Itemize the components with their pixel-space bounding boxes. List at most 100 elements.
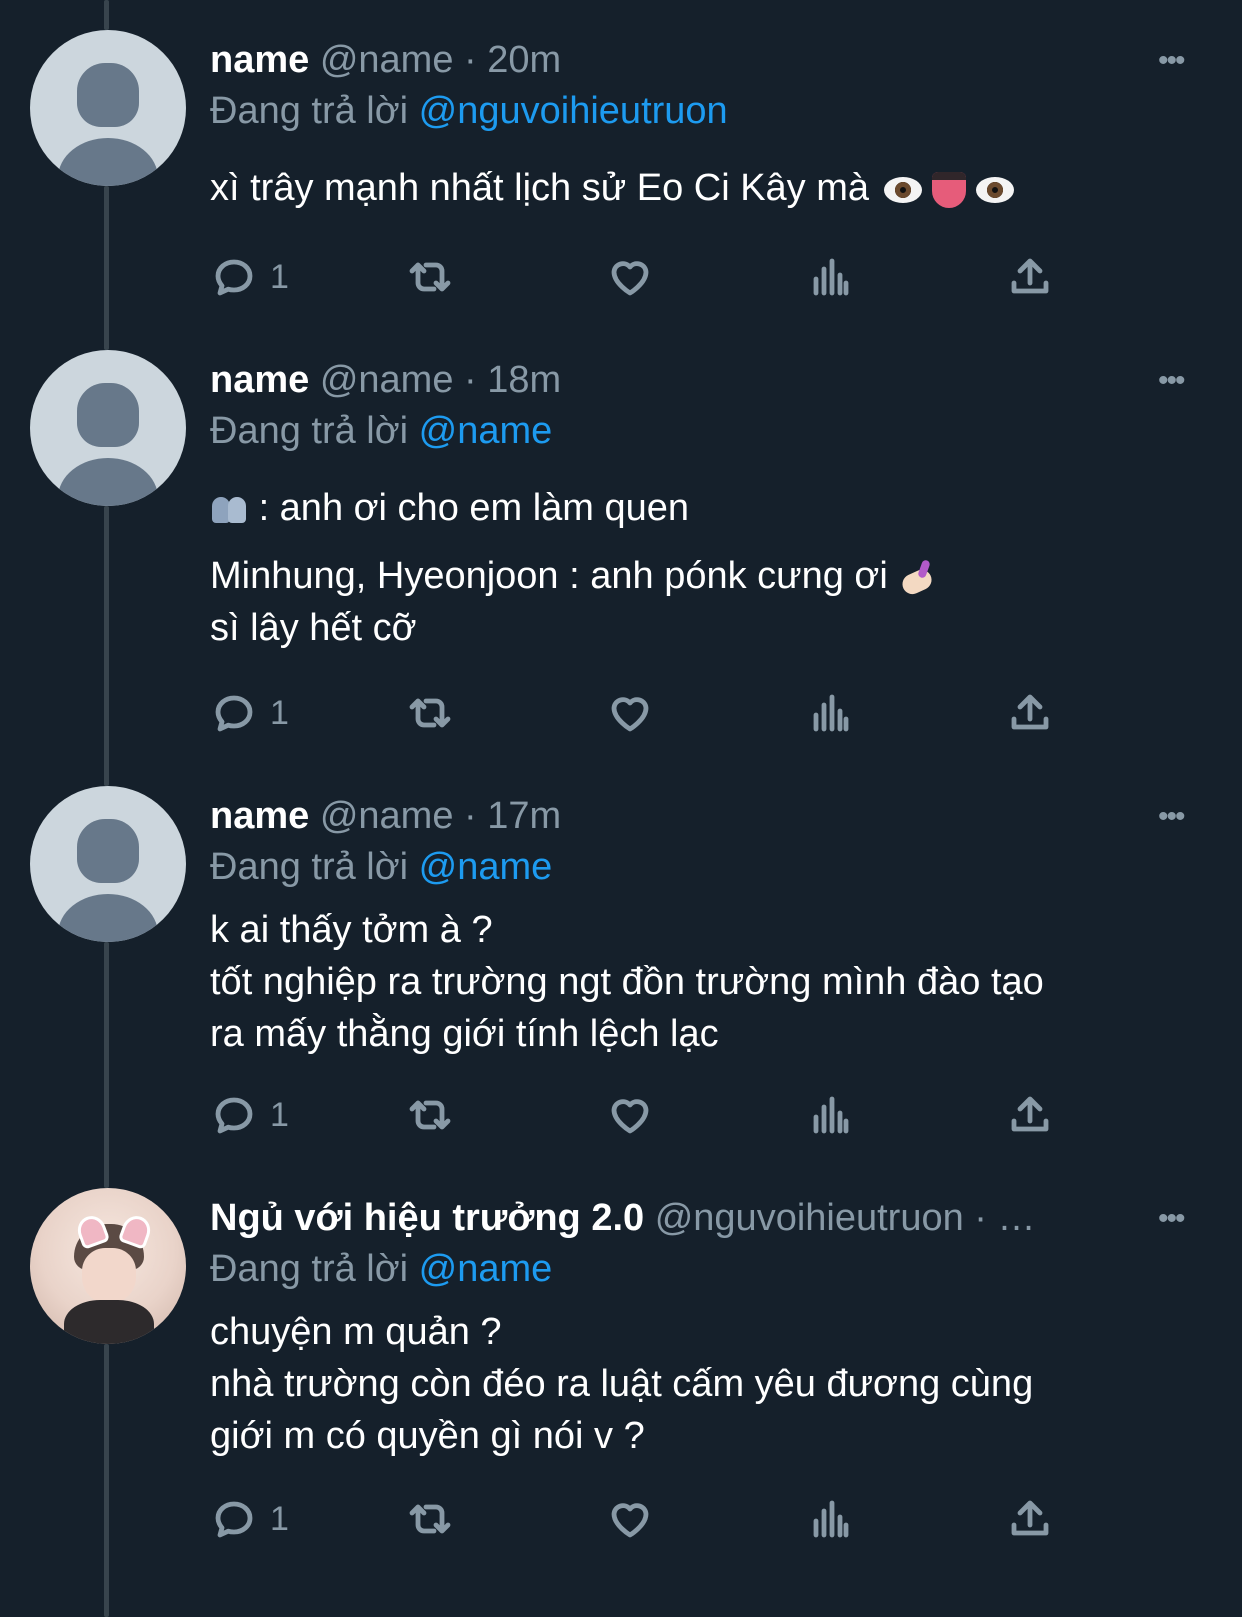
share-icon [1011,258,1049,294]
avatar[interactable] [30,786,186,942]
timestamp[interactable]: · 20m [464,39,561,81]
display-name[interactable]: name [210,359,309,401]
reply-mention-link[interactable]: @nguvoihieutruon [419,90,728,132]
like-button[interactable] [606,688,654,738]
tweet-actions: 1 [210,688,1110,738]
reply-count: 1 [270,1499,289,1538]
heart-icon [611,697,649,732]
display-name[interactable]: name [210,795,309,837]
thread-line [104,0,109,30]
tweet-header: name @name · 17m [210,794,1140,838]
avatar[interactable] [30,1188,186,1344]
share-button[interactable] [1006,1090,1054,1140]
like-button[interactable] [606,1494,654,1544]
reply-mention-link[interactable]: @name [419,846,553,888]
heart-icon [611,261,649,296]
replying-to-label: Đang trả lời [210,846,409,888]
share-button[interactable] [1006,688,1054,738]
retweet-button[interactable] [406,688,454,738]
reply-mention-link[interactable]: @name [419,1248,553,1290]
timestamp[interactable]: · 18m [464,359,561,401]
tweet-header: Ngủ với hiệu trưởng 2.0 @nguvoihieutruon… [210,1196,1130,1240]
user-handle[interactable]: @name [320,795,454,837]
retweet-icon [409,1100,451,1130]
user-handle[interactable]: @nguvoihieutruon · … [655,1197,1036,1239]
reply-count: 1 [270,257,289,296]
analytics-icon [813,1096,849,1134]
tweet-text-line: sì lây hết cỡ [210,607,417,649]
reply-button[interactable]: 1 [210,688,289,738]
views-button[interactable] [806,688,854,738]
display-name[interactable]: Ngủ với hiệu trưởng 2.0 [210,1197,644,1239]
retweet-button[interactable] [406,252,454,302]
views-button[interactable] [806,252,854,302]
like-button[interactable] [606,1090,654,1140]
avatar[interactable] [30,350,186,506]
tweet-header: name @name · 18m [210,358,1140,402]
retweet-icon [409,1504,451,1534]
eyes-emoji [975,176,1014,203]
replying-to-label: Đang trả lời [210,1248,409,1290]
tweet-actions: 1 [210,252,1110,302]
more-icon[interactable]: ••• [1158,1204,1185,1234]
retweet-button[interactable] [406,1494,454,1544]
reply-count: 1 [270,693,289,732]
like-button[interactable] [606,252,654,302]
avatar[interactable] [30,30,186,186]
share-icon [1011,1096,1049,1132]
more-icon[interactable]: ••• [1158,366,1185,396]
replying-to: Đang trả lời @name [210,844,552,890]
tweet-text: : anh ơi cho em làm quen Minhung, Hyeonj… [210,482,938,654]
tweet-actions: 1 [210,1494,1110,1544]
reply-button[interactable]: 1 [210,252,289,302]
tweet-text-line: Minhung, Hyeonjoon : anh pónk cưng ơi [210,555,888,597]
eyes-emoji [883,176,922,203]
user-handle[interactable]: @name [320,359,454,401]
reply-button[interactable]: 1 [210,1090,289,1140]
reply-icon [215,1097,253,1134]
retweet-icon [409,698,451,728]
retweet-icon [409,262,451,292]
tweet-text-line: chuyện m quản ? [210,1311,502,1353]
reply-count: 1 [270,1095,289,1134]
tweet-text-line: ra mấy thằng giới tính lệch lạc [210,1013,719,1055]
timestamp[interactable]: · 17m [464,795,561,837]
analytics-icon [813,694,849,732]
tweet[interactable]: name @name · 18m ••• Đang trả lời @name … [0,350,1242,780]
replying-to-label: Đang trả lời [210,90,409,132]
retweet-button[interactable] [406,1090,454,1140]
tweet-text-line: k ai thấy tởm à ? [210,909,493,951]
replying-to-label: Đang trả lời [210,410,409,452]
tweet-text: chuyện m quản ? nhà trường còn đéo ra lu… [210,1306,1033,1462]
more-icon[interactable]: ••• [1158,802,1185,832]
tweet[interactable]: name @name · 17m ••• Đang trả lời @name … [0,786,1242,1186]
tweet-text-line: tốt nghiệp ra trường ngt đồn trường mình… [210,961,1044,1003]
nail-polish-emoji [898,558,938,598]
share-button[interactable] [1006,1494,1054,1544]
tweet[interactable]: name @name · 20m ••• Đang trả lời @nguvo… [0,30,1242,320]
reply-icon [215,1501,253,1538]
display-name[interactable]: name [210,39,309,81]
tweet[interactable]: Ngủ với hiệu trưởng 2.0 @nguvoihieutruon… [0,1188,1242,1617]
more-icon[interactable]: ••• [1158,46,1185,76]
reply-icon [215,695,253,732]
replying-to: Đang trả lời @name [210,1246,552,1292]
share-icon [1011,1500,1049,1536]
user-handle[interactable]: @name [320,39,454,81]
tweet-text-line: : anh ơi cho em làm quen [258,487,690,529]
reply-mention-link[interactable]: @name [419,410,553,452]
heart-icon [611,1503,649,1538]
tweet-header: name @name · 20m [210,38,1140,82]
tweet-text: xì trây mạnh nhất lịch sử Eo Ci Kây mà [210,162,1018,214]
analytics-icon [813,258,849,296]
tweet-text-line: nhà trường còn đéo ra luật cấm yêu đương… [210,1363,1034,1405]
views-button[interactable] [806,1494,854,1544]
reply-button[interactable]: 1 [210,1494,289,1544]
views-button[interactable] [806,1090,854,1140]
tongue-emoji [931,171,966,208]
reply-icon [215,259,253,296]
tweet-text-line: xì trây mạnh nhất lịch sử Eo Ci Kây mà [210,167,870,209]
tweet-text: k ai thấy tởm à ? tốt nghiệp ra trường n… [210,904,1044,1060]
heart-icon [611,1099,649,1134]
share-button[interactable] [1006,252,1054,302]
